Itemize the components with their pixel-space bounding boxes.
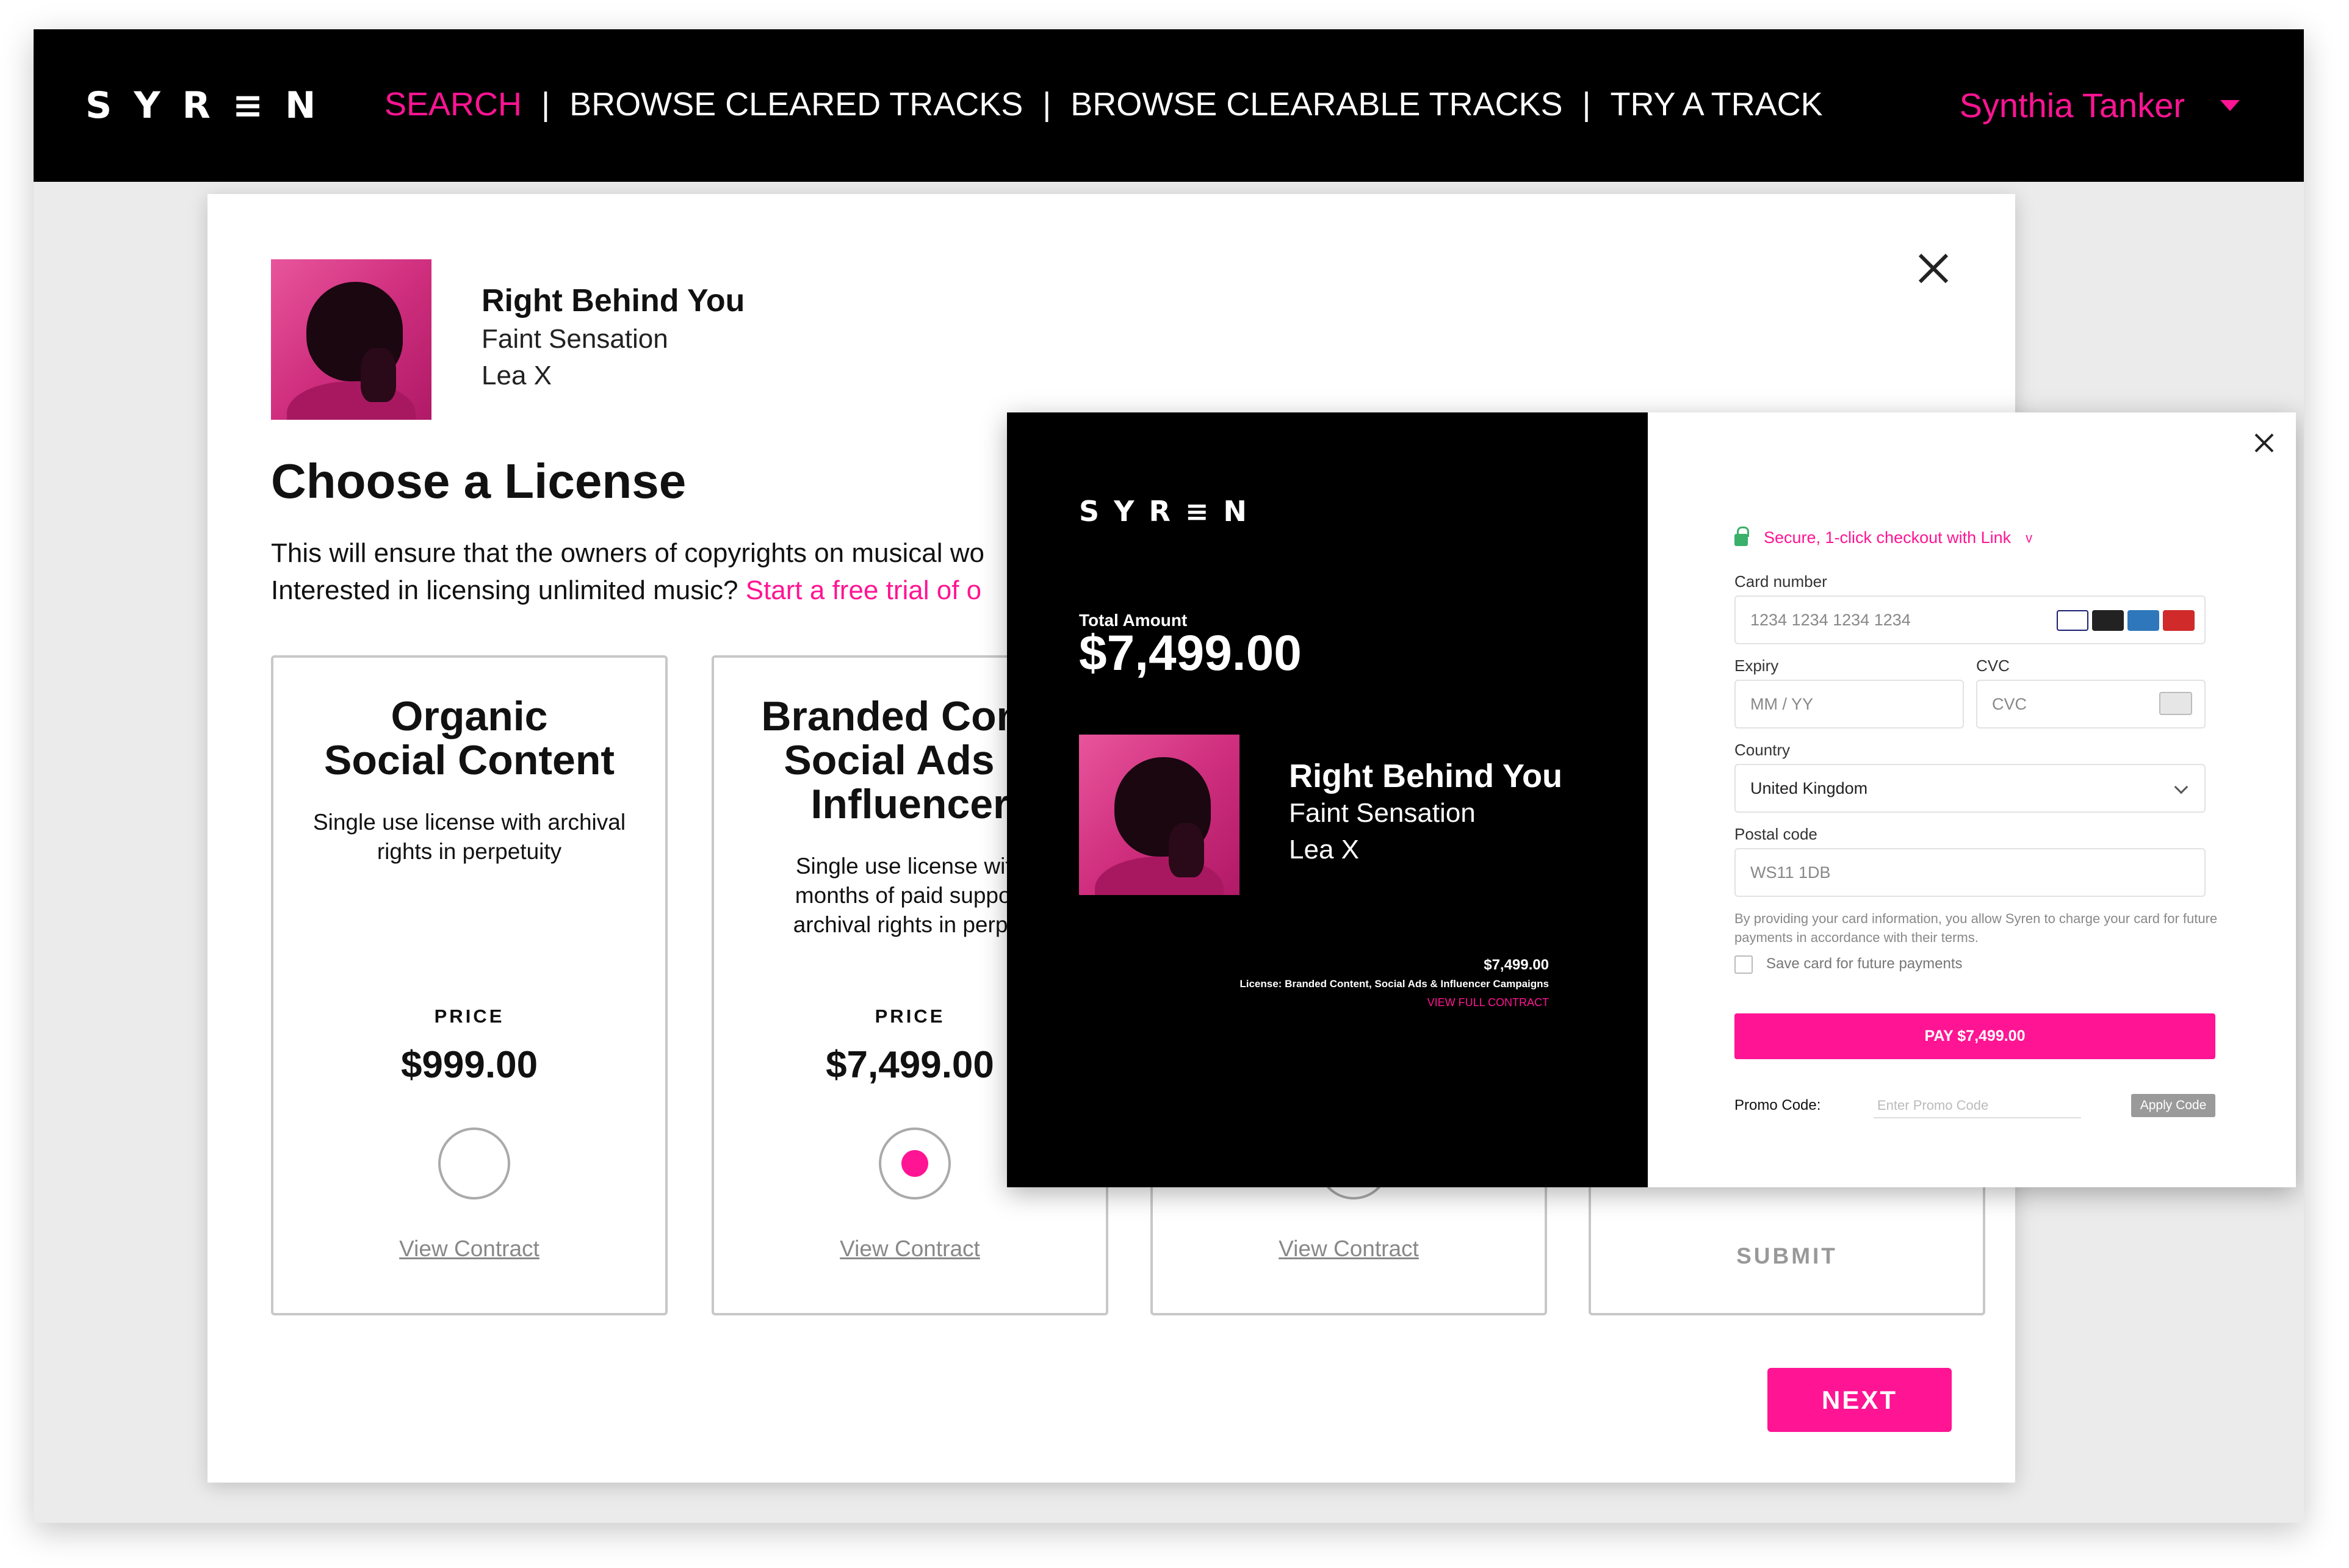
album-art (271, 259, 431, 420)
track-title: Right Behind You (482, 283, 745, 318)
nav-browse-clearable[interactable]: BROWSE CLEARABLE TRACKS (1070, 85, 1562, 123)
nav-separator: | (541, 86, 550, 123)
promo-code-label: Promo Code: (1734, 1097, 1821, 1113)
page-title: Choose a License (271, 454, 687, 508)
postal-code-label: Postal code (1734, 825, 1817, 843)
mastercard-icon (2092, 610, 2124, 631)
promo-code-input[interactable]: Enter Promo Code (1874, 1091, 2081, 1118)
link-checkout[interactable]: Secure, 1-click checkout with Link v (1734, 526, 2033, 547)
amex-icon (2127, 610, 2159, 631)
order-line: $7,499.00 License: Branded Content, Soci… (1239, 955, 1549, 1012)
card-title: Organic Social Content (323, 693, 615, 783)
top-nav: SYR≡N SEARCH | BROWSE CLEARED TRACKS | B… (34, 29, 2304, 182)
license-card-organic[interactable]: Organic Social Content Single use licens… (271, 655, 668, 1315)
expiry-input[interactable]: MM / YY (1734, 680, 1964, 728)
syren-logo: SYR≡N (1079, 495, 1261, 528)
card-terms: By providing your card information, you … (1734, 911, 2218, 945)
license-radio-selected[interactable] (879, 1127, 951, 1199)
save-card-checkbox[interactable] (1734, 955, 1753, 974)
country-select[interactable]: United Kingdom (1734, 764, 2206, 813)
license-radio[interactable] (438, 1127, 510, 1199)
country-label: Country (1734, 741, 1791, 759)
apply-code-button[interactable]: Apply Code (2131, 1094, 2215, 1117)
card-number-label: Card number (1734, 572, 1827, 591)
order-summary-panel: SYR≡N Total Amount $7,499.00 Right Behin… (1007, 412, 1648, 1187)
save-card-label: Save card for future payments (1766, 955, 1963, 972)
price-label: PRICE (434, 1005, 505, 1027)
checkout-modal: SYR≡N Total Amount $7,499.00 Right Behin… (1007, 412, 2296, 1187)
track-artist: Faint Sensation (1289, 798, 1476, 828)
visa-icon (2057, 610, 2088, 631)
view-contract-link[interactable]: View Contract (1153, 1236, 1545, 1262)
nav-try-a-track[interactable]: TRY A TRACK (1611, 85, 1823, 123)
track-label: Lea X (482, 361, 552, 390)
close-icon[interactable] (1915, 250, 1952, 287)
view-contract-link[interactable]: View Contract (714, 1236, 1106, 1262)
free-trial-link[interactable]: Start a free trial of o (746, 575, 981, 605)
lock-icon (1734, 526, 1749, 546)
card-number-input[interactable]: 1234 1234 1234 1234 (1734, 595, 2206, 644)
cvc-card-icon (2159, 692, 2192, 715)
total-amount: $7,499.00 (1079, 625, 1302, 681)
track-title: Right Behind You (1289, 758, 1562, 794)
expiry-label: Expiry (1734, 656, 1779, 675)
view-full-contract-link[interactable]: VIEW FULL CONTRACT (1239, 993, 1549, 1012)
album-art (1079, 735, 1239, 895)
card-description: Single use license with archival rights … (312, 810, 626, 864)
chevron-down-icon: v (2026, 530, 2033, 545)
cvc-label: CVC (1976, 656, 2010, 675)
caret-down-icon (2220, 99, 2240, 111)
track-label: Lea X (1289, 835, 1359, 865)
next-button[interactable]: NEXT (1767, 1368, 1952, 1432)
unionpay-icon (2163, 610, 2195, 631)
syren-logo[interactable]: SYR≡N (85, 84, 337, 127)
postal-code-input[interactable]: WS11 1DB (1734, 848, 2206, 897)
close-icon[interactable] (2253, 432, 2275, 454)
nav-browse-cleared[interactable]: BROWSE CLEARED TRACKS (569, 85, 1023, 123)
cvc-input[interactable]: CVC (1976, 680, 2206, 728)
user-menu[interactable]: Synthia Tanker (1960, 85, 2240, 125)
submit-button[interactable]: SUBMIT (1591, 1243, 1983, 1269)
track-artist: Faint Sensation (482, 324, 668, 354)
view-contract-link[interactable]: View Contract (273, 1236, 665, 1262)
payment-panel: Secure, 1-click checkout with Link v Car… (1648, 412, 2296, 1187)
price-value: $999.00 (400, 1044, 538, 1086)
nav-separator: | (1042, 86, 1052, 123)
chevron-down-icon (2174, 780, 2188, 794)
license-description: This will ensure that the owners of copy… (271, 538, 984, 605)
nav-separator: | (1582, 86, 1591, 123)
nav-search[interactable]: SEARCH (384, 85, 522, 123)
app-window: SYR≡N SEARCH | BROWSE CLEARED TRACKS | B… (34, 29, 2304, 1523)
pay-button[interactable]: PAY $7,499.00 (1734, 1013, 2215, 1059)
nav-links: SEARCH | BROWSE CLEARED TRACKS | BROWSE … (384, 85, 1823, 123)
user-name: Synthia Tanker (1959, 86, 2185, 124)
